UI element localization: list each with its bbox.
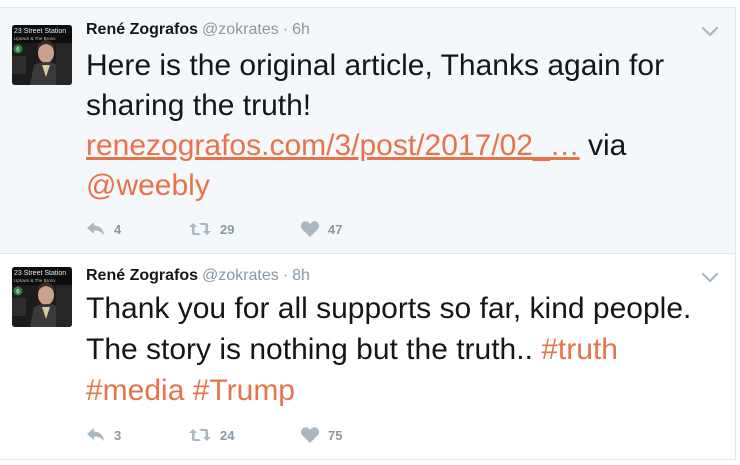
like-button[interactable]: 75 — [300, 426, 380, 444]
reply-count: 4 — [114, 221, 122, 237]
svg-text:23 Street Station: 23 Street Station — [14, 28, 66, 35]
reply-icon — [86, 221, 106, 237]
tweet-header: René Zografos @zokrates · 6h — [86, 21, 310, 41]
retweet-icon — [188, 427, 212, 443]
tweet-text-part: via — [579, 129, 627, 162]
separator-dot: · — [282, 267, 289, 284]
svg-text:23 Street Station: 23 Street Station — [14, 270, 66, 277]
tweet-text: Thank you for all supports so far, kind … — [86, 288, 716, 411]
avatar[interactable]: 23 Street Station Uptown & The Bronx 6 — [12, 25, 72, 85]
retweet-count: 24 — [220, 427, 235, 443]
author-name[interactable]: René Zografos — [86, 21, 198, 39]
tweet[interactable]: 23 Street Station Uptown & The Bronx 6 R… — [0, 254, 736, 460]
timeline: 23 Street Station Uptown & The Bronx 6 R… — [0, 0, 740, 465]
heart-icon — [300, 426, 320, 444]
heart-icon — [300, 220, 320, 238]
like-button[interactable]: 47 — [300, 220, 380, 238]
tweet-header: René Zografos @zokrates · 8h — [86, 267, 310, 287]
retweet-count: 29 — [220, 221, 235, 237]
author-handle[interactable]: @zokrates — [202, 21, 279, 39]
article-link[interactable]: renezografos.com/3/post/2017/02_… — [86, 129, 580, 162]
chevron-down-icon[interactable] — [701, 270, 719, 284]
tweet-text-part: Here is the original article, Thanks aga… — [86, 49, 665, 122]
hashtag-link[interactable]: #truth — [541, 333, 618, 366]
author-name[interactable]: René Zografos — [86, 267, 198, 285]
like-count: 47 — [328, 221, 343, 237]
author-handle[interactable]: @zokrates — [202, 267, 279, 285]
retweet-button[interactable]: 29 — [188, 221, 300, 237]
mention-link[interactable]: @weebly — [86, 169, 210, 202]
svg-text:Uptown & The Bronx: Uptown & The Bronx — [14, 36, 56, 41]
tweet[interactable]: 23 Street Station Uptown & The Bronx 6 R… — [0, 7, 736, 254]
reply-icon — [86, 427, 106, 443]
timestamp[interactable]: 8h — [292, 267, 310, 285]
chevron-down-icon[interactable] — [701, 24, 719, 38]
avatar[interactable]: 23 Street Station Uptown & The Bronx 6 — [12, 267, 72, 327]
tweet-actions: 3 24 75 — [86, 425, 380, 445]
reply-count: 3 — [114, 427, 122, 443]
like-count: 75 — [328, 427, 343, 443]
reply-button[interactable]: 4 — [86, 221, 188, 237]
hashtag-link[interactable]: #Trump — [193, 374, 295, 407]
svg-text:Uptown & The Bronx: Uptown & The Bronx — [14, 278, 56, 283]
hashtag-link[interactable]: #media — [86, 374, 184, 407]
timestamp[interactable]: 6h — [292, 21, 310, 39]
reply-button[interactable]: 3 — [86, 427, 188, 443]
tweet-text: Here is the original article, Thanks aga… — [86, 46, 716, 206]
retweet-button[interactable]: 24 — [188, 427, 300, 443]
separator-dot: · — [282, 21, 289, 38]
retweet-icon — [188, 221, 212, 237]
tweet-actions: 4 29 47 — [86, 219, 380, 239]
